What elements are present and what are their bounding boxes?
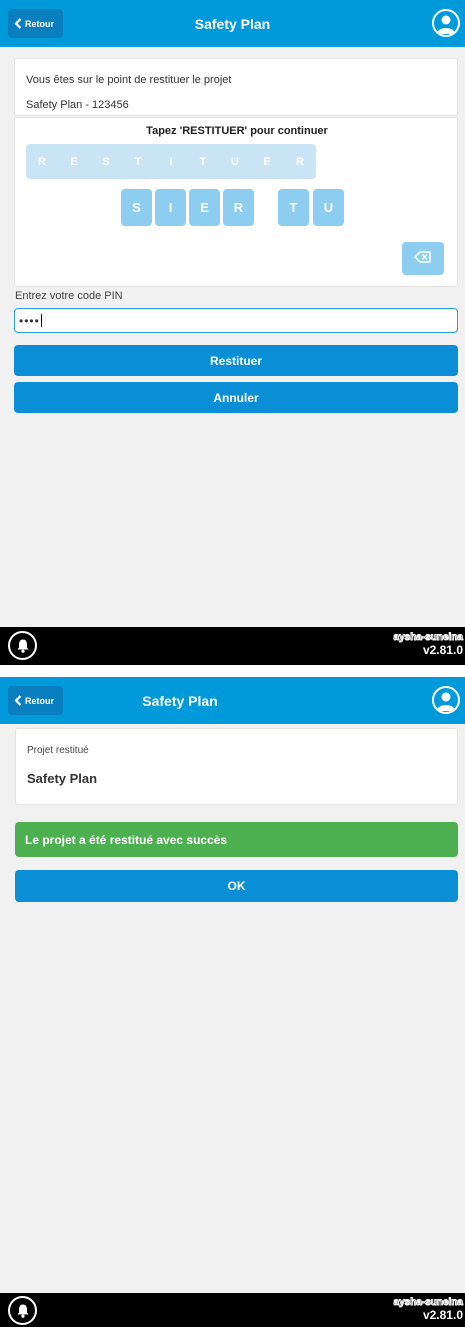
info-line-1: Vous êtes sur le point de restituer le p… — [26, 74, 232, 86]
letter-key[interactable]: S — [121, 189, 152, 226]
backspace-button[interactable] — [402, 242, 444, 275]
version-label: v2.81.0 — [422, 643, 463, 657]
letter-key[interactable]: U — [313, 189, 344, 226]
puzzle-instruction: Tapez 'RESTITUER' pour continuer — [146, 125, 328, 137]
page-title: Safety Plan — [142, 692, 218, 709]
target-letter: I — [169, 155, 173, 168]
letter-key[interactable]: R — [223, 189, 254, 226]
brand-block: aysha-suneina v2.81.0 — [393, 632, 463, 657]
project-card: Projet restitué Safety Plan — [15, 728, 458, 805]
target-letter: U — [231, 155, 239, 168]
page-title: Safety Plan — [194, 15, 271, 32]
info-line-2: Safety Plan - 123456 — [26, 99, 129, 111]
pin-label: Entrez votre code PIN — [15, 290, 123, 302]
target-letter: T — [199, 155, 207, 168]
user-avatar-icon[interactable] — [432, 686, 460, 714]
top-bar: Retour Safety Plan — [0, 677, 465, 724]
project-label: Projet restitué — [27, 745, 89, 756]
bottom-bar: aysha-suneina v2.81.0 — [0, 627, 465, 665]
brand-block: aysha-suneina v2.81.0 — [393, 1297, 463, 1322]
letter-key[interactable]: E — [189, 189, 220, 226]
bell-icon[interactable] — [8, 631, 37, 660]
text-caret — [40, 314, 42, 327]
back-label: Retour — [25, 18, 54, 29]
version-label: v2.81.0 — [422, 1308, 463, 1322]
restored-screen: Retour Safety Plan Projet restitué Safet… — [0, 677, 465, 1327]
letter-key[interactable]: I — [155, 189, 186, 226]
restore-screen: Retour Safety Plan Vous êtes sur le poin… — [0, 0, 465, 665]
bottom-bar: aysha-suneina v2.81.0 — [0, 1293, 465, 1327]
project-name: Safety Plan — [27, 771, 98, 786]
restore-button[interactable]: Restituer — [14, 345, 458, 376]
target-letter: E — [70, 155, 78, 168]
target-letter: T — [134, 155, 142, 168]
target-word: R E S T I T U E R — [26, 144, 316, 179]
target-letter: S — [102, 155, 110, 168]
letter-key[interactable]: T — [278, 189, 309, 226]
pin-value: •••• — [19, 313, 40, 328]
top-bar: Retour Safety Plan — [0, 0, 465, 47]
pin-input[interactable]: •••• — [14, 308, 458, 333]
cancel-button[interactable]: Annuler — [14, 382, 458, 413]
backspace-icon — [413, 251, 432, 266]
info-card: Vous êtes sur le point de restituer le p… — [14, 58, 458, 116]
bell-icon[interactable] — [8, 1296, 37, 1325]
success-message: Le projet a été restitué avec succès — [15, 822, 458, 857]
target-letter: R — [296, 155, 304, 168]
user-avatar-icon[interactable] — [432, 9, 460, 37]
ok-button[interactable]: OK — [15, 870, 458, 902]
target-letter: R — [38, 155, 46, 168]
target-letter: E — [263, 155, 271, 168]
chevron-left-icon — [11, 18, 25, 29]
back-button[interactable]: Retour — [8, 9, 63, 38]
chevron-left-icon — [11, 695, 25, 706]
